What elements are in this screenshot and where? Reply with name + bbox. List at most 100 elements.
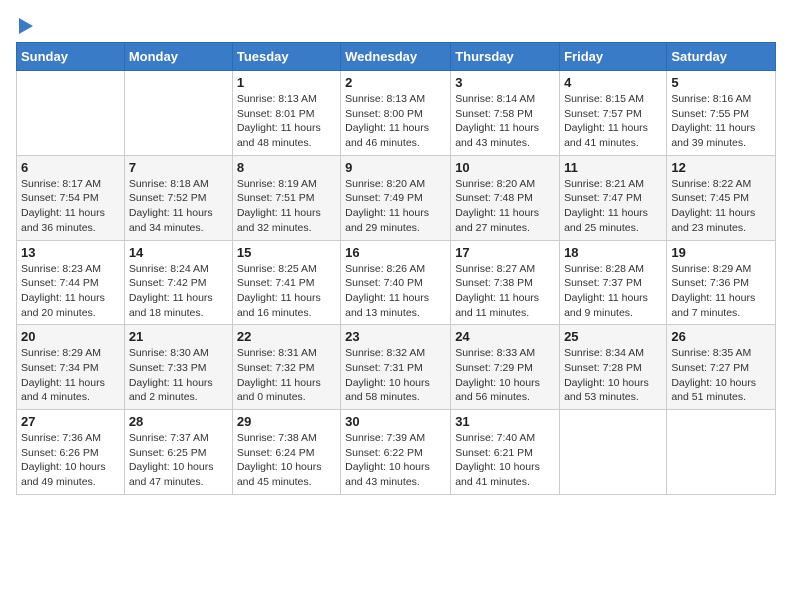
day-number: 2	[345, 75, 446, 90]
day-detail: Sunrise: 8:33 AMSunset: 7:29 PMDaylight:…	[455, 346, 555, 405]
day-detail: Sunrise: 8:32 AMSunset: 7:31 PMDaylight:…	[345, 346, 446, 405]
day-number: 19	[671, 245, 771, 260]
day-detail: Sunrise: 8:27 AMSunset: 7:38 PMDaylight:…	[455, 262, 555, 321]
day-number: 5	[671, 75, 771, 90]
day-detail: Sunrise: 8:13 AMSunset: 8:01 PMDaylight:…	[237, 92, 336, 151]
day-number: 30	[345, 414, 446, 429]
calendar-cell: 6 Sunrise: 8:17 AMSunset: 7:54 PMDaylight…	[17, 155, 125, 240]
day-detail: Sunrise: 7:38 AMSunset: 6:24 PMDaylight:…	[237, 431, 336, 490]
day-number: 29	[237, 414, 336, 429]
day-number: 9	[345, 160, 446, 175]
day-detail: Sunrise: 8:19 AMSunset: 7:51 PMDaylight:…	[237, 177, 336, 236]
day-detail: Sunrise: 8:16 AMSunset: 7:55 PMDaylight:…	[671, 92, 771, 151]
calendar-cell: 15 Sunrise: 8:25 AMSunset: 7:41 PMDayligh…	[232, 240, 340, 325]
day-detail: Sunrise: 8:13 AMSunset: 8:00 PMDaylight:…	[345, 92, 446, 151]
day-detail: Sunrise: 8:31 AMSunset: 7:32 PMDaylight:…	[237, 346, 336, 405]
calendar-week-row: 6 Sunrise: 8:17 AMSunset: 7:54 PMDaylight…	[17, 155, 776, 240]
weekday-header: Sunday	[17, 43, 125, 71]
day-detail: Sunrise: 7:39 AMSunset: 6:22 PMDaylight:…	[345, 431, 446, 490]
day-detail: Sunrise: 8:34 AMSunset: 7:28 PMDaylight:…	[564, 346, 662, 405]
day-number: 1	[237, 75, 336, 90]
day-number: 23	[345, 329, 446, 344]
day-detail: Sunrise: 8:21 AMSunset: 7:47 PMDaylight:…	[564, 177, 662, 236]
day-detail: Sunrise: 8:23 AMSunset: 7:44 PMDaylight:…	[21, 262, 120, 321]
day-number: 6	[21, 160, 120, 175]
day-detail: Sunrise: 8:29 AMSunset: 7:36 PMDaylight:…	[671, 262, 771, 321]
calendar-cell: 9 Sunrise: 8:20 AMSunset: 7:49 PMDaylight…	[341, 155, 451, 240]
calendar-cell: 30 Sunrise: 7:39 AMSunset: 6:22 PMDayligh…	[341, 410, 451, 495]
day-number: 10	[455, 160, 555, 175]
day-detail: Sunrise: 8:22 AMSunset: 7:45 PMDaylight:…	[671, 177, 771, 236]
calendar-cell: 16 Sunrise: 8:26 AMSunset: 7:40 PMDayligh…	[341, 240, 451, 325]
calendar-cell: 31Sunrise: 7:40 AMSunset: 6:21 PMDayligh…	[451, 410, 560, 495]
weekday-header: Tuesday	[232, 43, 340, 71]
calendar-cell: 22Sunrise: 8:31 AMSunset: 7:32 PMDayligh…	[232, 325, 340, 410]
calendar-cell	[124, 71, 232, 156]
day-detail: Sunrise: 8:25 AMSunset: 7:41 PMDaylight:…	[237, 262, 336, 321]
day-detail: Sunrise: 8:29 AMSunset: 7:34 PMDaylight:…	[21, 346, 120, 405]
calendar-cell	[560, 410, 667, 495]
page-header	[16, 16, 776, 34]
day-detail: Sunrise: 8:14 AMSunset: 7:58 PMDaylight:…	[455, 92, 555, 151]
day-detail: Sunrise: 8:35 AMSunset: 7:27 PMDaylight:…	[671, 346, 771, 405]
calendar-cell	[17, 71, 125, 156]
calendar-cell: 14Sunrise: 8:24 AMSunset: 7:42 PMDayligh…	[124, 240, 232, 325]
calendar-cell: 24 Sunrise: 8:33 AMSunset: 7:29 PMDayligh…	[451, 325, 560, 410]
day-detail: Sunrise: 8:15 AMSunset: 7:57 PMDaylight:…	[564, 92, 662, 151]
logo	[16, 16, 33, 34]
calendar-cell: 10Sunrise: 8:20 AMSunset: 7:48 PMDayligh…	[451, 155, 560, 240]
day-number: 8	[237, 160, 336, 175]
day-detail: Sunrise: 8:24 AMSunset: 7:42 PMDaylight:…	[129, 262, 228, 321]
day-number: 16	[345, 245, 446, 260]
calendar-cell: 21 Sunrise: 8:30 AMSunset: 7:33 PMDayligh…	[124, 325, 232, 410]
calendar-week-row: 27 Sunrise: 7:36 AMSunset: 6:26 PMDayligh…	[17, 410, 776, 495]
day-number: 24	[455, 329, 555, 344]
calendar-cell: 3 Sunrise: 8:14 AMSunset: 7:58 PMDaylight…	[451, 71, 560, 156]
calendar-cell: 26 Sunrise: 8:35 AMSunset: 7:27 PMDayligh…	[667, 325, 776, 410]
calendar-cell: 8 Sunrise: 8:19 AMSunset: 7:51 PMDaylight…	[232, 155, 340, 240]
day-detail: Sunrise: 7:36 AMSunset: 6:26 PMDaylight:…	[21, 431, 120, 490]
day-number: 12	[671, 160, 771, 175]
day-number: 18	[564, 245, 662, 260]
calendar-cell: 11 Sunrise: 8:21 AMSunset: 7:47 PMDayligh…	[560, 155, 667, 240]
calendar-cell: 5 Sunrise: 8:16 AMSunset: 7:55 PMDaylight…	[667, 71, 776, 156]
calendar-week-row: 13 Sunrise: 8:23 AMSunset: 7:44 PMDayligh…	[17, 240, 776, 325]
calendar-table: SundayMondayTuesdayWednesdayThursdayFrid…	[16, 42, 776, 495]
weekday-header: Monday	[124, 43, 232, 71]
calendar-cell: 1 Sunrise: 8:13 AMSunset: 8:01 PMDaylight…	[232, 71, 340, 156]
day-detail: Sunrise: 8:30 AMSunset: 7:33 PMDaylight:…	[129, 346, 228, 405]
day-number: 27	[21, 414, 120, 429]
calendar-cell	[667, 410, 776, 495]
day-number: 26	[671, 329, 771, 344]
day-detail: Sunrise: 8:20 AMSunset: 7:49 PMDaylight:…	[345, 177, 446, 236]
calendar-cell: 18Sunrise: 8:28 AMSunset: 7:37 PMDayligh…	[560, 240, 667, 325]
calendar-cell: 27 Sunrise: 7:36 AMSunset: 6:26 PMDayligh…	[17, 410, 125, 495]
day-number: 20	[21, 329, 120, 344]
calendar-cell: 19 Sunrise: 8:29 AMSunset: 7:36 PMDayligh…	[667, 240, 776, 325]
day-number: 7	[129, 160, 228, 175]
day-detail: Sunrise: 8:26 AMSunset: 7:40 PMDaylight:…	[345, 262, 446, 321]
day-number: 4	[564, 75, 662, 90]
weekday-header: Wednesday	[341, 43, 451, 71]
calendar-cell: 23 Sunrise: 8:32 AMSunset: 7:31 PMDayligh…	[341, 325, 451, 410]
day-detail: Sunrise: 8:17 AMSunset: 7:54 PMDaylight:…	[21, 177, 120, 236]
weekday-header: Saturday	[667, 43, 776, 71]
day-number: 21	[129, 329, 228, 344]
weekday-header-row: SundayMondayTuesdayWednesdayThursdayFrid…	[17, 43, 776, 71]
day-number: 17	[455, 245, 555, 260]
calendar-cell: 2 Sunrise: 8:13 AMSunset: 8:00 PMDaylight…	[341, 71, 451, 156]
day-number: 11	[564, 160, 662, 175]
calendar-cell: 29 Sunrise: 7:38 AMSunset: 6:24 PMDayligh…	[232, 410, 340, 495]
logo-arrow-icon	[19, 18, 33, 34]
day-number: 28	[129, 414, 228, 429]
day-detail: Sunrise: 7:40 AMSunset: 6:21 PMDaylight:…	[455, 431, 555, 490]
calendar-cell: 17 Sunrise: 8:27 AMSunset: 7:38 PMDayligh…	[451, 240, 560, 325]
calendar-cell: 4 Sunrise: 8:15 AMSunset: 7:57 PMDaylight…	[560, 71, 667, 156]
day-number: 25	[564, 329, 662, 344]
day-number: 13	[21, 245, 120, 260]
calendar-week-row: 1 Sunrise: 8:13 AMSunset: 8:01 PMDaylight…	[17, 71, 776, 156]
day-number: 3	[455, 75, 555, 90]
calendar-cell: 7Sunrise: 8:18 AMSunset: 7:52 PMDaylight…	[124, 155, 232, 240]
day-number: 15	[237, 245, 336, 260]
calendar-cell: 28Sunrise: 7:37 AMSunset: 6:25 PMDayligh…	[124, 410, 232, 495]
